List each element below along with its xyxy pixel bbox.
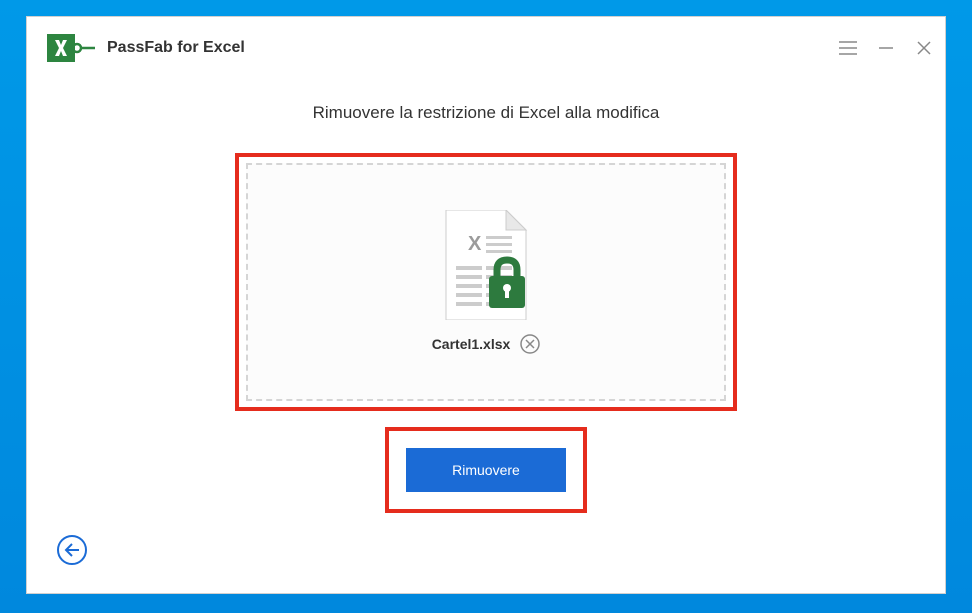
dropzone-highlight: X	[235, 153, 737, 411]
content: Rimuovere la restrizione di Excel alla m…	[27, 79, 945, 513]
app-window: PassFab for Excel	[26, 16, 946, 594]
close-icon[interactable]	[915, 39, 933, 57]
back-button[interactable]	[57, 535, 87, 565]
page-heading: Rimuovere la restrizione di Excel alla m…	[27, 103, 945, 123]
file-dropzone[interactable]: X	[246, 163, 726, 401]
excel-locked-file-icon: X	[436, 210, 536, 320]
minimize-icon[interactable]	[877, 39, 895, 57]
app-logo	[47, 28, 95, 68]
titlebar: PassFab for Excel	[27, 17, 945, 79]
file-name-label: Cartel1.xlsx	[432, 336, 511, 352]
remove-file-icon[interactable]	[520, 334, 540, 354]
remove-button[interactable]: Rimuovere	[406, 448, 566, 492]
button-highlight: Rimuovere	[385, 427, 587, 513]
svg-text:X: X	[468, 233, 482, 255]
file-name-row: Cartel1.xlsx	[432, 334, 541, 354]
menu-icon[interactable]	[839, 39, 857, 57]
titlebar-left: PassFab for Excel	[47, 28, 245, 68]
app-title: PassFab for Excel	[107, 39, 245, 57]
titlebar-controls	[839, 39, 933, 57]
